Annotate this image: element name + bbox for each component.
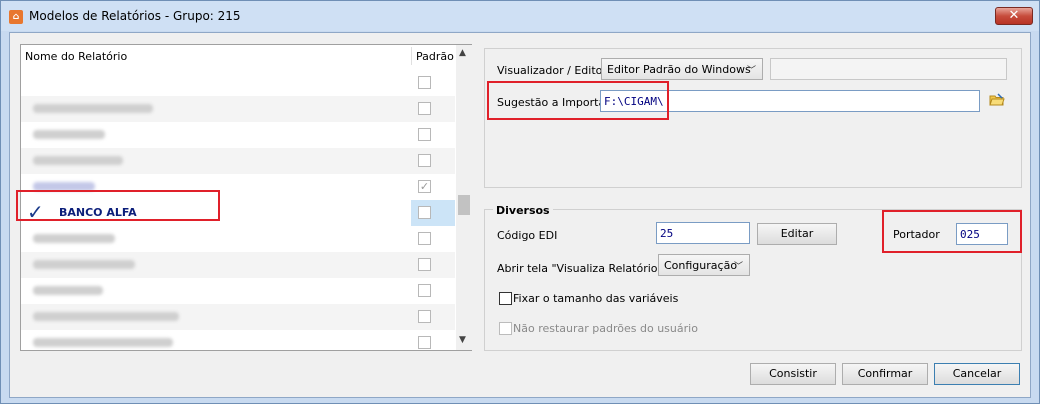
viewer-label: Visualizador / Editor	[497, 64, 607, 77]
window-title: Modelos de Relatórios - Grupo: 215	[29, 9, 241, 23]
abrir-tela-label: Abrir tela "Visualiza Relatório"	[497, 262, 663, 275]
padrao-cell	[411, 330, 455, 356]
chevron-down-icon: ﹀	[746, 66, 756, 76]
padrao-checkbox[interactable]	[418, 128, 431, 141]
editar-button[interactable]: Editar	[757, 223, 837, 245]
padrao-checkbox[interactable]	[418, 232, 431, 245]
title-bar: ⌂ Modelos de Relatórios - Grupo: 215 ✕	[1, 1, 1039, 31]
viewer-select-value: Editor Padrão do Windows	[607, 63, 751, 76]
dialog-window: ⌂ Modelos de Relatórios - Grupo: 215 ✕ N…	[0, 0, 1040, 404]
restaurar-label: Não restaurar padrões do usuário	[513, 322, 698, 335]
padrao-checkbox[interactable]	[418, 154, 431, 167]
redacted-text	[33, 312, 179, 321]
redacted-text	[33, 130, 105, 139]
highlight-box-selected-item	[16, 190, 220, 221]
padrao-checkbox-checked[interactable]: ✓	[418, 180, 431, 193]
abrir-tela-select-value: Configuração	[664, 259, 738, 272]
redacted-text	[33, 104, 153, 113]
padrao-cell: ✓	[411, 174, 455, 200]
list-item[interactable]	[21, 96, 455, 122]
highlight-box-import	[487, 81, 669, 120]
column-divider	[411, 47, 412, 65]
list-header: Nome do Relatório Padrão	[21, 45, 455, 67]
list-item[interactable]	[21, 70, 455, 96]
padrao-checkbox[interactable]	[418, 310, 431, 323]
abrir-tela-select[interactable]: Configuração ﹀	[658, 254, 750, 276]
cancelar-button[interactable]: Cancelar	[934, 363, 1020, 385]
padrao-cell	[411, 96, 455, 122]
highlight-box-portador	[882, 210, 1022, 253]
padrao-checkbox[interactable]	[418, 206, 431, 219]
padrao-cell	[411, 122, 455, 148]
list-item[interactable]	[21, 122, 455, 148]
padrao-cell	[411, 252, 455, 278]
redacted-text	[33, 260, 135, 269]
padrao-cell	[411, 278, 455, 304]
list-item[interactable]	[21, 148, 455, 174]
padrao-checkbox[interactable]	[418, 336, 431, 349]
scroll-down-arrow-icon[interactable]: ▼	[459, 335, 466, 345]
column-header-padrao[interactable]: Padrão	[416, 50, 454, 63]
dialog-body: Nome do Relatório Padrão ✓ ✓ BANCO ALFA …	[9, 32, 1031, 398]
padrao-cell	[411, 226, 455, 252]
chevron-down-icon: ﹀	[733, 262, 743, 272]
redacted-text	[33, 156, 123, 165]
padrao-checkbox[interactable]	[418, 284, 431, 297]
redacted-text	[33, 234, 115, 243]
viewer-select[interactable]: Editor Padrão do Windows ﹀	[601, 58, 763, 80]
scroll-up-arrow-icon[interactable]: ▲	[459, 48, 466, 58]
codigo-edi-input[interactable]: 25	[656, 222, 750, 244]
list-item[interactable]	[21, 330, 455, 352]
redacted-text	[33, 286, 103, 295]
list-item[interactable]	[21, 226, 455, 252]
confirmar-button[interactable]: Confirmar	[842, 363, 928, 385]
list-scrollbar[interactable]: ▲ ▼	[456, 45, 472, 350]
padrao-cell	[411, 148, 455, 174]
fixar-label: Fixar o tamanho das variáveis	[513, 292, 679, 305]
redacted-text	[33, 338, 173, 347]
padrao-cell	[411, 70, 455, 96]
list-item[interactable]	[21, 252, 455, 278]
padrao-cell	[411, 304, 455, 330]
close-button[interactable]: ✕	[995, 7, 1033, 25]
restaurar-checkbox	[499, 322, 512, 335]
padrao-checkbox[interactable]	[418, 76, 431, 89]
viewer-path-field	[770, 58, 1007, 80]
padrao-checkbox[interactable]	[418, 258, 431, 271]
list-item[interactable]	[21, 304, 455, 330]
codigo-edi-label: Código EDI	[497, 229, 558, 242]
app-icon: ⌂	[9, 10, 23, 24]
padrao-checkbox[interactable]	[418, 102, 431, 115]
column-header-name[interactable]: Nome do Relatório	[25, 50, 127, 63]
fixar-checkbox[interactable]	[499, 292, 512, 305]
folder-open-icon[interactable]	[989, 93, 1005, 107]
diversos-title: Diversos	[493, 204, 553, 217]
consistir-button[interactable]: Consistir	[750, 363, 836, 385]
list-item[interactable]	[21, 278, 455, 304]
scroll-thumb[interactable]	[458, 195, 470, 215]
padrao-cell	[411, 200, 455, 226]
